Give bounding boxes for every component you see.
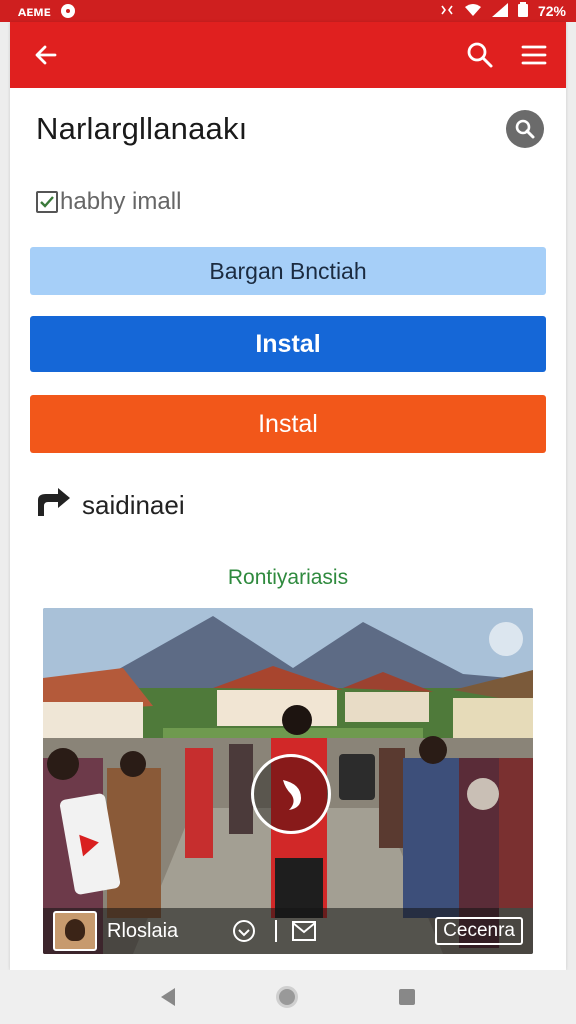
- play-icon[interactable]: [251, 754, 331, 834]
- checkbox-icon[interactable]: [36, 191, 58, 213]
- search-icon[interactable]: [460, 35, 500, 75]
- nav-home-icon[interactable]: [275, 986, 298, 1008]
- channel-name[interactable]: Rloslaia: [107, 920, 217, 943]
- corner-badge-icon: [489, 622, 523, 656]
- section-label: saidinaei: [82, 490, 185, 520]
- back-arrow-icon[interactable]: [26, 35, 66, 75]
- checkbox-row[interactable]: habhy imall: [36, 188, 181, 216]
- app-bar: [10, 22, 566, 88]
- status-bar: ᴀᴇᴍᴇ 72%: [0, 0, 576, 22]
- title-row: Narlargllanaakı: [36, 110, 544, 148]
- battery-percent: 72%: [537, 3, 566, 19]
- signal-icon: [491, 2, 508, 20]
- light-action-button[interactable]: Bargan Bnctiah: [30, 247, 546, 295]
- system-nav-bar: [0, 970, 576, 1024]
- page-title: Narlargllanaakı: [36, 111, 248, 146]
- section-subtitle: Rontiyariasis: [227, 566, 349, 589]
- record-icon: [60, 4, 75, 18]
- heart-icon[interactable]: [231, 918, 257, 944]
- video-thumbnail[interactable]: Rloslaia Cecenra: [43, 608, 533, 954]
- menu-icon[interactable]: [514, 35, 554, 75]
- install-button-orange[interactable]: Instal: [30, 395, 546, 453]
- install-button-blue[interactable]: Instal: [30, 316, 546, 372]
- section-header: saidinaei: [36, 486, 185, 525]
- status-left-text: ᴀᴇᴍᴇ: [18, 3, 51, 19]
- checkbox-label: habhy imall: [60, 188, 182, 215]
- vibrate-icon: [440, 3, 454, 20]
- nav-recents-icon[interactable]: [399, 989, 416, 1005]
- divider: [275, 920, 277, 942]
- wifi-icon: [464, 3, 482, 20]
- share-icon: [36, 486, 72, 525]
- mail-icon[interactable]: [291, 918, 317, 944]
- nav-back-icon[interactable]: [160, 988, 175, 1006]
- video-info-bar: Rloslaia Cecenra: [43, 908, 533, 954]
- subscribe-button[interactable]: Cecenra: [435, 917, 523, 945]
- battery-icon: [517, 2, 528, 20]
- avatar[interactable]: [53, 911, 97, 951]
- search-circle-icon[interactable]: [506, 110, 544, 148]
- app-window: Narlargllanaakı habhy imall Bargan Bncti…: [10, 22, 566, 970]
